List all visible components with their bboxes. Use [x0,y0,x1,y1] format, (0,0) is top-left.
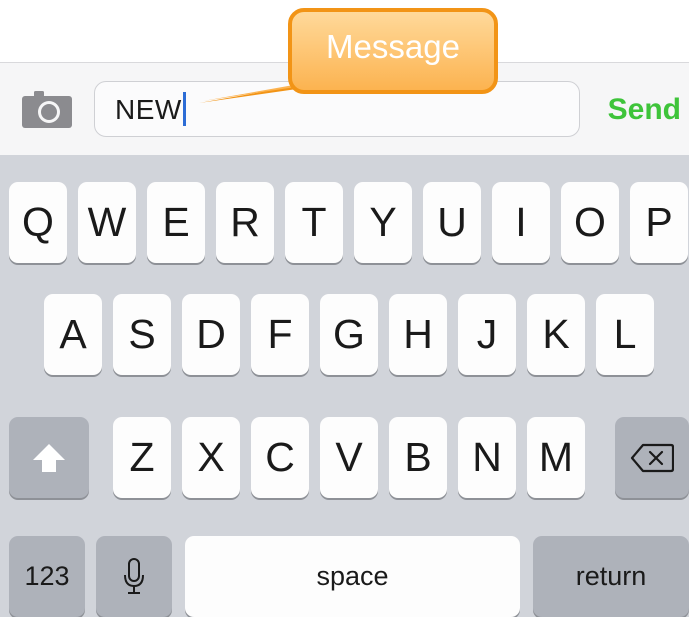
return-key[interactable]: return [533,536,689,617]
key-p[interactable]: P [630,182,688,263]
backspace-icon [630,443,674,472]
message-input-text: NEW [115,91,186,129]
camera-icon[interactable] [20,90,76,130]
key-l[interactable]: L [596,294,654,375]
key-j[interactable]: J [458,294,516,375]
key-s[interactable]: S [113,294,171,375]
key-b[interactable]: B [389,417,447,498]
key-g[interactable]: G [320,294,378,375]
dictation-key[interactable] [96,536,172,617]
key-t[interactable]: T [285,182,343,263]
message-callout: Message [288,8,498,94]
key-h[interactable]: H [389,294,447,375]
key-x[interactable]: X [182,417,240,498]
key-i[interactable]: I [492,182,550,263]
key-q[interactable]: Q [9,182,67,263]
microphone-icon [124,557,144,594]
text-caret [182,91,186,126]
message-input-value: NEW [115,94,182,125]
key-w[interactable]: W [78,182,136,263]
delete-key[interactable] [615,417,689,498]
key-v[interactable]: V [320,417,378,498]
key-k[interactable]: K [527,294,585,375]
numbers-key[interactable]: 123 [9,536,85,617]
send-button[interactable]: Send [595,92,687,128]
keyboard: Q W E R T Y U I O P A S D F G H J K L Z … [0,155,689,617]
shift-key[interactable] [9,417,89,498]
key-n[interactable]: N [458,417,516,498]
space-key[interactable]: space [185,536,520,617]
key-y[interactable]: Y [354,182,412,263]
key-d[interactable]: D [182,294,240,375]
key-c[interactable]: C [251,417,309,498]
key-z[interactable]: Z [113,417,171,498]
key-e[interactable]: E [147,182,205,263]
key-u[interactable]: U [423,182,481,263]
key-m[interactable]: M [527,417,585,498]
key-f[interactable]: F [251,294,309,375]
key-o[interactable]: O [561,182,619,263]
key-r[interactable]: R [216,182,274,263]
callout-label: Message [326,28,460,65]
key-a[interactable]: A [44,294,102,375]
shift-arrow-icon [33,443,65,472]
